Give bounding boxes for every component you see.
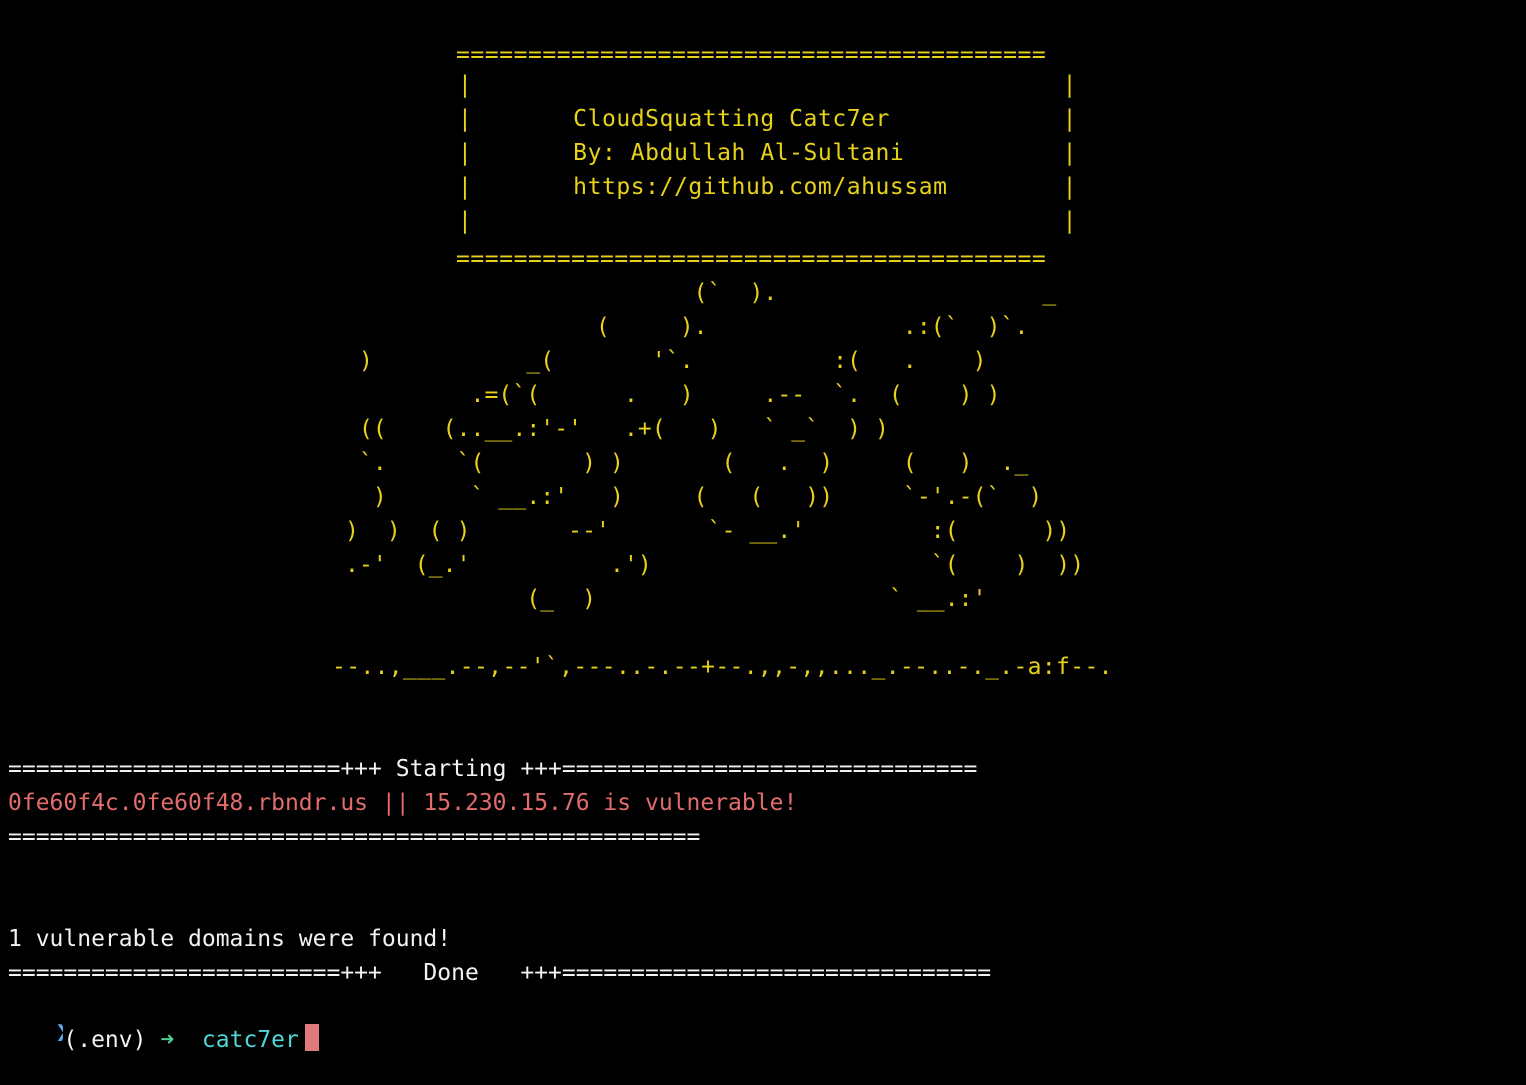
shell-prompt[interactable]: ❯(.env) ➜ catc7er	[0, 987, 319, 1053]
banner-author: | By: Abdullah Al-Sultani |	[458, 140, 1078, 166]
current-directory: catc7er	[201, 1027, 299, 1053]
ascii-art-ground: --..,___.--,--'`,---..-.--+--.,,-,,..._.…	[332, 654, 1113, 680]
starting-banner: ========================+++ Starting +++…	[8, 756, 978, 782]
ascii-art-line: (( (..__.:'-' .+( ) ` _` ) )	[345, 416, 889, 442]
banner-box-line: | |	[458, 72, 1078, 98]
ascii-art-line: ) _( '`. :( . )	[345, 348, 987, 374]
banner-url: | https://github.com/ahussam |	[458, 174, 1078, 200]
prompt-marker-icon: ❯	[55, 1017, 63, 1047]
vulnerable-result: 0fe60f4c.0fe60f48.rbndr.us || 15.230.15.…	[8, 790, 798, 816]
virtualenv-label: (.env)	[63, 1027, 147, 1053]
banner-box-line: | |	[458, 208, 1078, 234]
ascii-art-line: (_ ) ` __.:'	[345, 586, 987, 612]
done-banner: ========================+++ Done +++====…	[8, 960, 992, 986]
arrow-icon: ➜	[160, 1027, 175, 1053]
ascii-art-line: ) ` __.:' ) ( ( )) `-'.-(` )	[345, 484, 1043, 510]
ascii-art-line: ( ). .:(` )`.	[345, 314, 1029, 340]
ascii-art-line: .=(`( . ) .-- `. ( ) )	[345, 382, 1001, 408]
ascii-art-line: `. `( ) ) ( . ) ( ) ._	[345, 450, 1029, 476]
banner-border-bottom: ========================================…	[456, 246, 1047, 272]
separator-line: ========================================…	[8, 824, 701, 850]
terminal-window[interactable]: ========================================…	[0, 0, 1526, 1053]
banner-border-top: ========================================…	[456, 42, 1047, 68]
ascii-art-line: .-' (_.' .') `( ) ))	[345, 552, 1085, 578]
ascii-art-line: ) ) ( ) --' `- __.' :( ))	[345, 518, 1071, 544]
summary-text: 1 vulnerable domains were found!	[8, 926, 452, 952]
banner-title: | CloudSquatting Catc7er |	[458, 106, 1078, 132]
ascii-art-line: (` ). _	[345, 280, 1057, 306]
text-cursor[interactable]	[304, 1024, 319, 1051]
